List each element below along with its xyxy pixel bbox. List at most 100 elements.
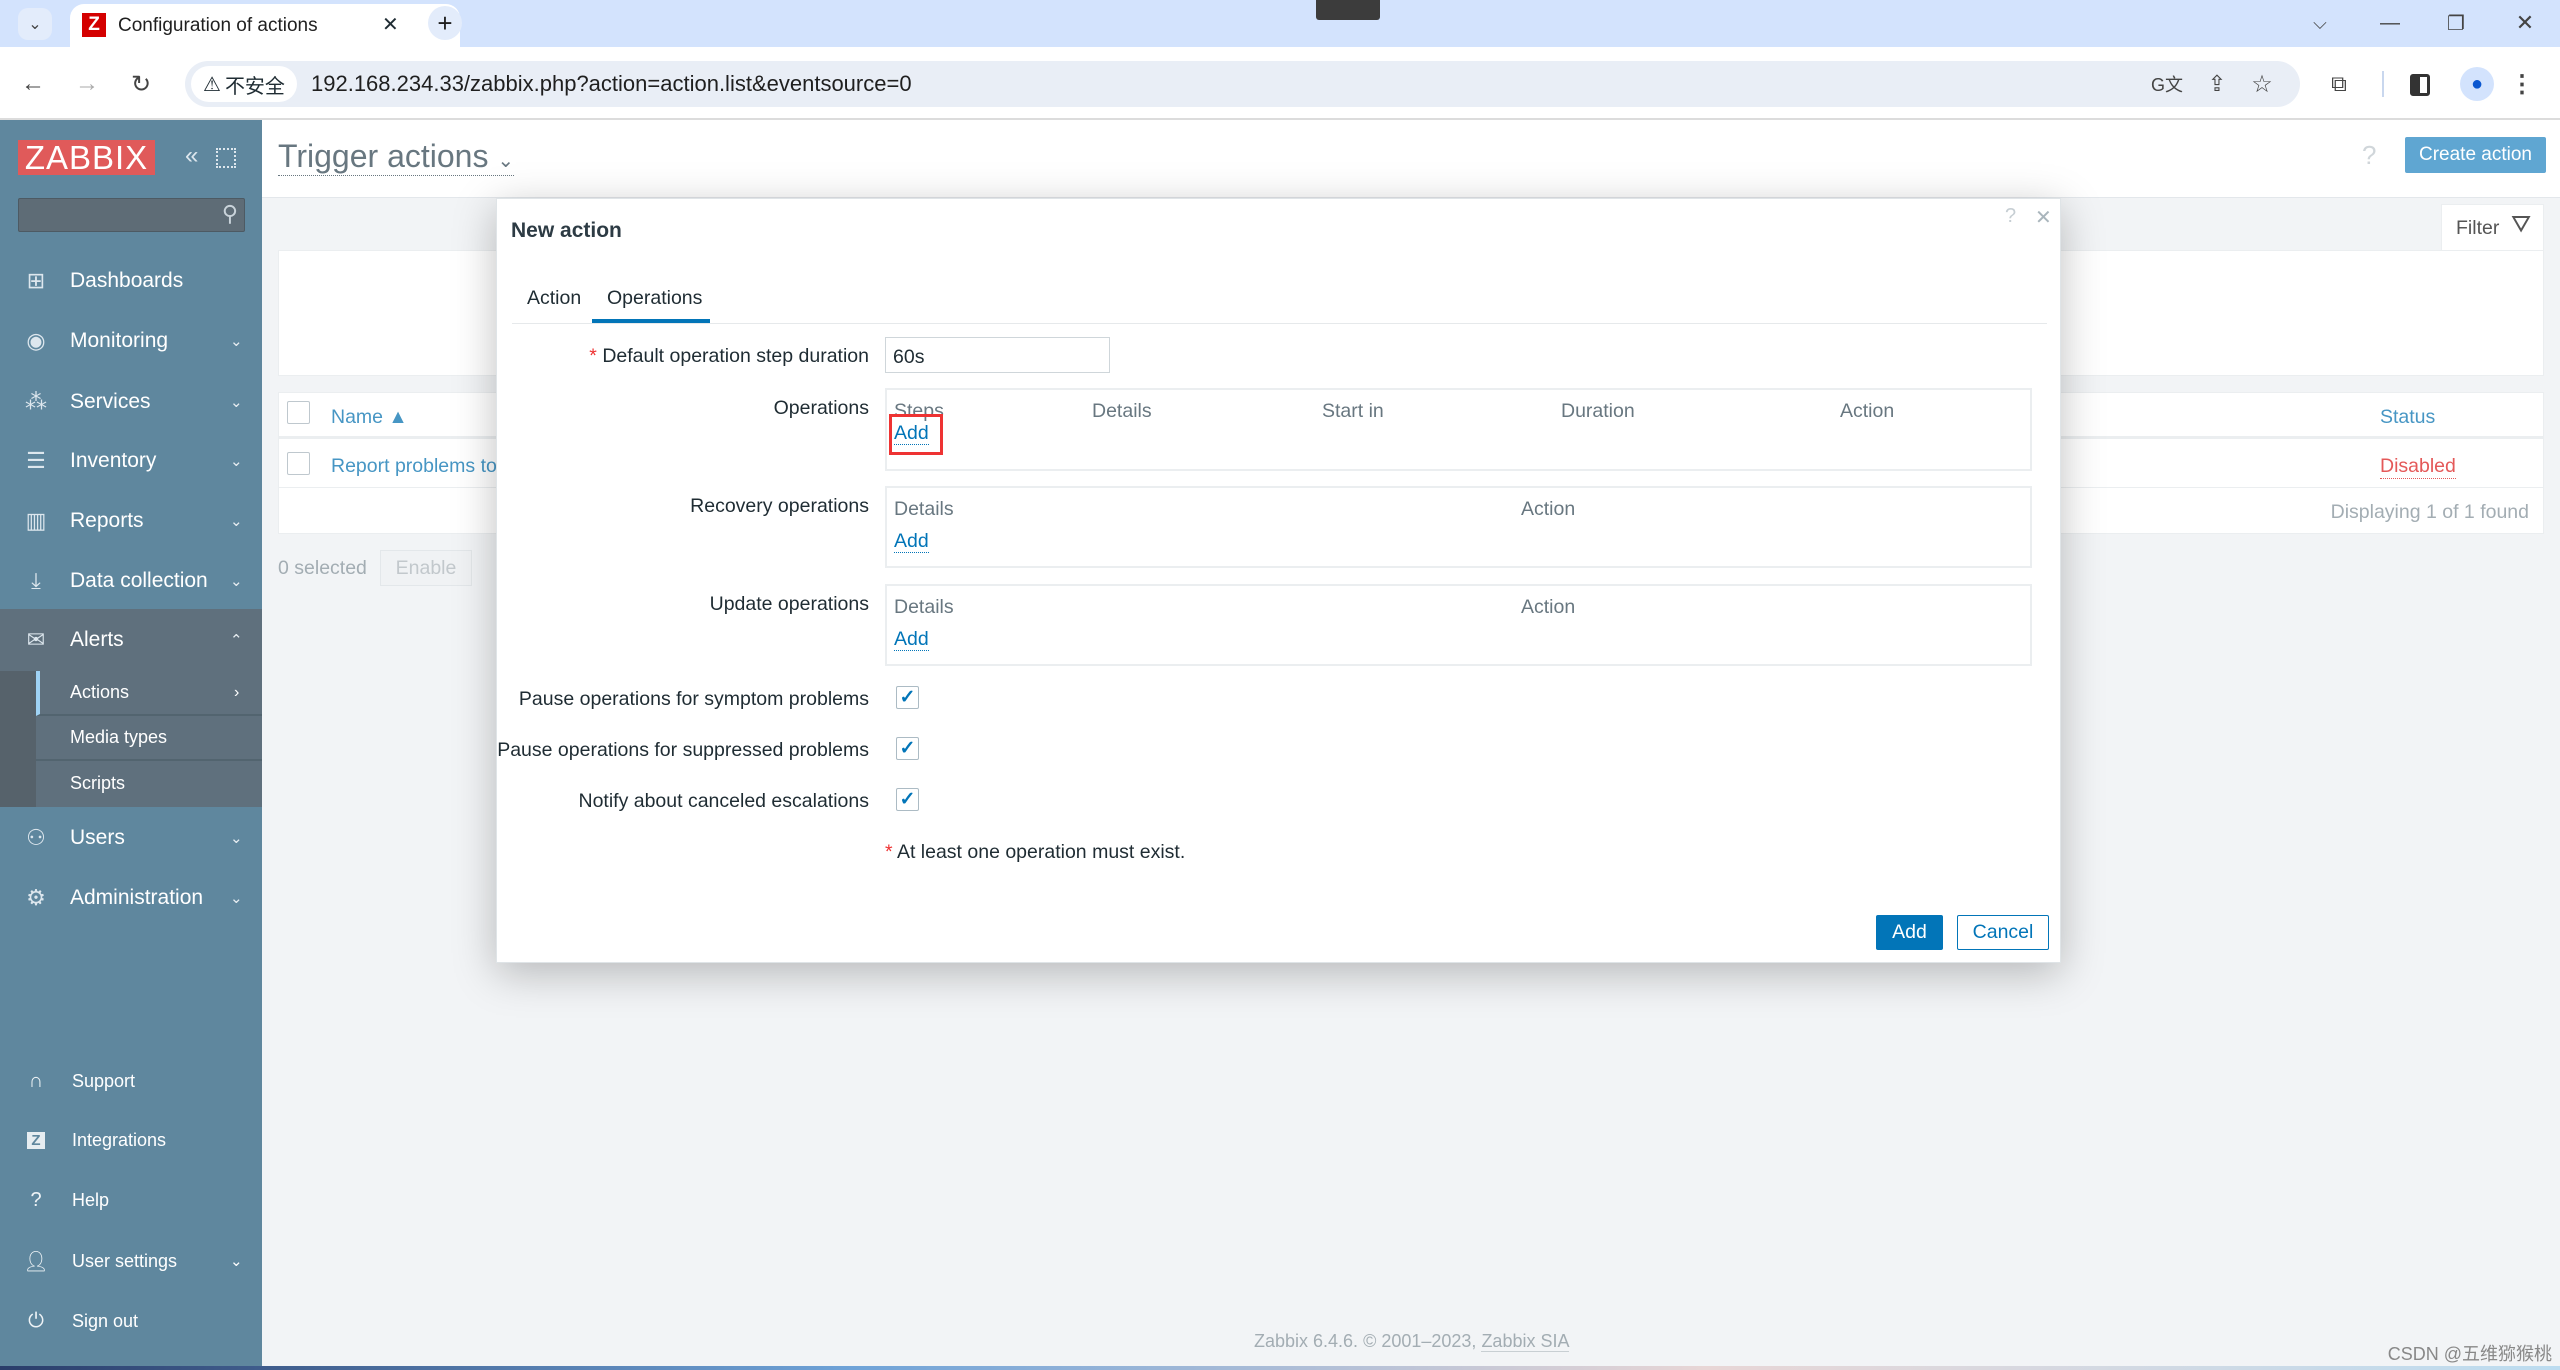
create-action-button[interactable]: Create action bbox=[2405, 137, 2546, 173]
nav-data-collection[interactable]: ⤓ Data collection ⌄ bbox=[0, 551, 262, 611]
chevron-right-icon: › bbox=[234, 683, 240, 701]
report-icon: ▥ bbox=[25, 508, 47, 533]
tab-action[interactable]: Action bbox=[527, 287, 581, 310]
tab-operations[interactable]: Operations bbox=[607, 287, 702, 310]
minimize-icon[interactable]: — bbox=[2370, 8, 2410, 38]
status-badge[interactable]: Disabled bbox=[2380, 455, 2456, 479]
nav-integrations[interactable]: Z Integrations bbox=[0, 1115, 262, 1165]
extensions-icon[interactable]: ⧉ bbox=[2322, 67, 2356, 101]
nav-actions[interactable]: Actions › bbox=[36, 671, 262, 716]
name-column-header[interactable]: Name ▲ bbox=[331, 406, 408, 429]
nav-scripts[interactable]: Scripts bbox=[36, 761, 262, 806]
tab-divider bbox=[512, 323, 2047, 324]
sidebar: ZABBIX « ⚲ ⊞ Dashboards ◉ Monitoring ⌄ ⁂ Ser… bbox=[0, 120, 262, 1370]
update-operations-table: Details Action Add bbox=[885, 584, 2032, 666]
nav-alerts[interactable]: ✉ Alerts ⌃ bbox=[0, 609, 262, 671]
security-chip[interactable]: ⚠ 不安全 bbox=[191, 66, 297, 102]
translate-icon[interactable]: G文 bbox=[2150, 67, 2184, 101]
reload-icon[interactable]: ↻ bbox=[124, 67, 158, 101]
page-header: Trigger actions ⌄ ? Create action bbox=[262, 120, 2560, 198]
desktop-strip bbox=[0, 1366, 2560, 1370]
nav-services[interactable]: ⁂ Services ⌄ bbox=[0, 372, 262, 432]
address-bar[interactable]: ⚠ 不安全 192.168.234.33/zabbix.php?action=ac… bbox=[185, 61, 2300, 107]
nav-administration[interactable]: ⚙ Administration ⌄ bbox=[0, 868, 262, 928]
nav-user-settings[interactable]: 👤︎ User settings ⌄ bbox=[0, 1236, 262, 1286]
pause-suppressed-checkbox[interactable]: ✓ bbox=[896, 737, 919, 760]
pause-symptom-label: Pause operations for symptom problems bbox=[518, 688, 869, 710]
add-button[interactable]: Add bbox=[1876, 915, 1943, 950]
selected-count: 0 selected bbox=[278, 557, 367, 579]
side-panel-icon[interactable] bbox=[2410, 74, 2430, 96]
add-recovery-operation-link[interactable]: Add bbox=[894, 530, 929, 553]
envelope-icon: ✉ bbox=[26, 627, 46, 652]
row-checkbox[interactable] bbox=[287, 452, 310, 475]
tab-list-chevron-icon[interactable]: ⌄ bbox=[18, 8, 52, 40]
nav-sign-out[interactable]: ⏻ Sign out bbox=[0, 1296, 262, 1346]
dashboard-icon: ⊞ bbox=[26, 268, 46, 293]
browser-toolbar: ← → ↻ ⚠ 不安全 192.168.234.33/zabbix.php?act… bbox=[0, 47, 2560, 120]
nav-help[interactable]: ? Help bbox=[0, 1175, 262, 1225]
share-icon[interactable]: ⇪ bbox=[2200, 67, 2234, 101]
dialog-close-icon[interactable]: ✕ bbox=[2035, 205, 2052, 230]
nav-media-types[interactable]: Media types bbox=[36, 716, 262, 761]
recovery-operations-table: Details Action Add bbox=[885, 486, 2032, 568]
nav-reports[interactable]: ▥ Reports ⌄ bbox=[0, 491, 262, 551]
services-icon: ⁂ bbox=[25, 389, 47, 414]
tab-search-icon[interactable]: ⌵ bbox=[2300, 8, 2340, 38]
pause-suppressed-label: Pause operations for suppressed problems bbox=[497, 739, 869, 761]
collapse-sidebar-icon[interactable]: « bbox=[185, 142, 198, 170]
nav-monitoring[interactable]: ◉ Monitoring ⌄ bbox=[0, 311, 262, 371]
select-all-checkbox[interactable] bbox=[287, 401, 310, 424]
filter-tab[interactable]: Filter ⛛ bbox=[2441, 204, 2544, 251]
step-duration-input[interactable]: 60s bbox=[885, 337, 1110, 373]
browser-tab[interactable]: Z Configuration of actions ✕ bbox=[70, 4, 460, 47]
page-title-dropdown[interactable]: Trigger actions ⌄ bbox=[278, 138, 515, 176]
company-link[interactable]: Zabbix SIA bbox=[1481, 1331, 1570, 1352]
screen-capture-bar bbox=[1316, 0, 1380, 20]
pause-symptom-checkbox[interactable]: ✓ bbox=[896, 686, 919, 709]
window-close-icon[interactable]: ✕ bbox=[2505, 8, 2545, 38]
bookmark-star-icon[interactable]: ☆ bbox=[2245, 67, 2279, 101]
chevron-down-icon: ⌄ bbox=[230, 453, 243, 470]
zabbix-logo[interactable]: ZABBIX bbox=[18, 140, 155, 175]
menu-dots-icon[interactable]: ⋮ bbox=[2510, 67, 2534, 101]
help-icon: ? bbox=[30, 1188, 42, 1211]
kiosk-mode-icon[interactable] bbox=[216, 148, 236, 168]
list-icon: ☰ bbox=[26, 448, 46, 473]
new-tab-icon[interactable]: + bbox=[428, 6, 462, 40]
nav-support[interactable]: ∩ Support bbox=[0, 1056, 262, 1106]
notify-canceled-checkbox[interactable]: ✓ bbox=[896, 788, 919, 811]
update-operations-label: Update operations bbox=[709, 593, 869, 615]
nav-inventory[interactable]: ☰ Inventory ⌄ bbox=[0, 431, 262, 491]
gear-icon: ⚙ bbox=[26, 885, 46, 910]
users-icon: ⚇ bbox=[26, 825, 46, 850]
filter-icon: ⛛ bbox=[2511, 211, 2532, 238]
profile-avatar-icon[interactable]: ● bbox=[2460, 67, 2494, 101]
forward-icon[interactable]: → bbox=[70, 67, 104, 101]
status-column-header[interactable]: Status bbox=[2380, 406, 2435, 429]
chevron-up-icon: ⌃ bbox=[230, 632, 243, 649]
required-note: * At least one operation must exist. bbox=[885, 841, 1186, 863]
submenu-gutter bbox=[0, 671, 36, 807]
action-name-link[interactable]: Report problems to Z bbox=[331, 455, 514, 478]
enable-button[interactable]: Enable bbox=[380, 550, 472, 586]
alerts-section: ✉ Alerts ⌃ Actions › Media types Scripts bbox=[0, 609, 262, 807]
tab-title: Configuration of actions bbox=[118, 15, 318, 36]
sidebar-search-input[interactable]: ⚲ bbox=[18, 198, 245, 232]
notify-canceled-label: Notify about canceled escalations bbox=[578, 790, 869, 812]
add-update-operation-link[interactable]: Add bbox=[894, 628, 929, 651]
user-icon: 👤︎ bbox=[23, 1250, 49, 1273]
nav-users[interactable]: ⚇ Users ⌄ bbox=[0, 808, 262, 868]
restore-icon[interactable]: ❐ bbox=[2436, 8, 2476, 38]
back-icon[interactable]: ← bbox=[16, 67, 50, 101]
chevron-down-icon: ⌄ bbox=[230, 394, 243, 411]
zabbix-favicon-icon: Z bbox=[82, 13, 106, 37]
tab-close-icon[interactable]: ✕ bbox=[382, 12, 399, 37]
dialog-help-icon[interactable]: ? bbox=[2005, 205, 2016, 228]
url-text[interactable]: 192.168.234.33/zabbix.php?action=action.… bbox=[311, 71, 912, 97]
nav-dashboards[interactable]: ⊞ Dashboards bbox=[0, 251, 262, 311]
cancel-button[interactable]: Cancel bbox=[1957, 915, 2049, 950]
help-icon[interactable]: ? bbox=[2362, 140, 2376, 171]
headset-icon: ∩ bbox=[28, 1069, 44, 1092]
highlight-box bbox=[889, 414, 943, 455]
